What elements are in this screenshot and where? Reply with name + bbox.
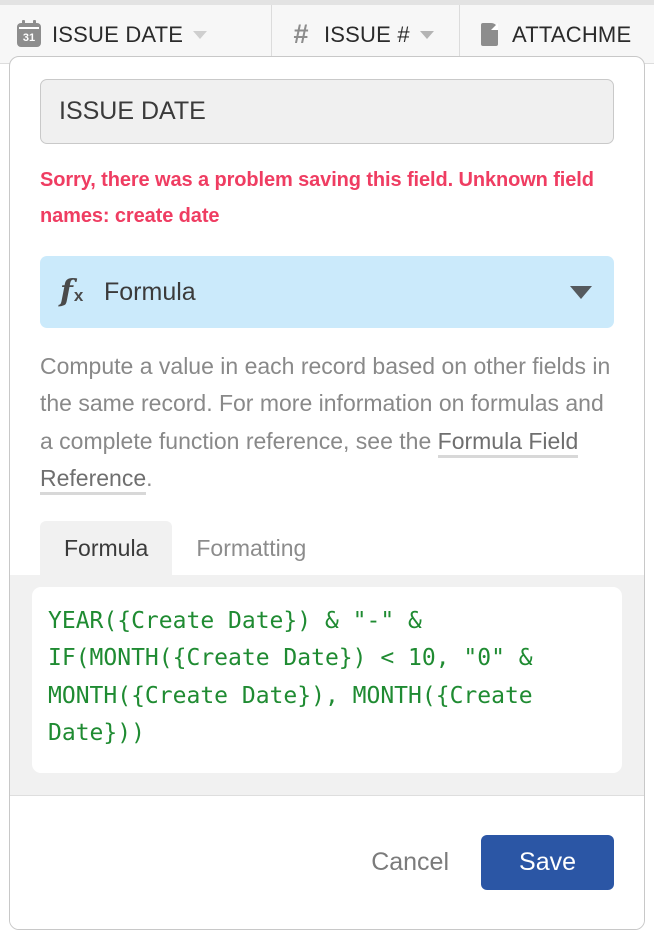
field-editor-dialog: Sorry, there was a problem saving this f… — [9, 56, 645, 930]
save-button[interactable]: Save — [481, 835, 614, 890]
chevron-down-icon[interactable] — [419, 30, 434, 39]
grid-column-issue-number[interactable]: # ISSUE # — [272, 0, 460, 64]
formula-tabs: Formula Formatting — [10, 521, 644, 575]
formula-text[interactable]: YEAR({Create Date}) & "-" & IF(MONTH({Cr… — [48, 603, 606, 752]
grid-column-attachments[interactable]: ATTACHME — [460, 0, 654, 64]
chevron-down-icon[interactable] — [570, 285, 592, 299]
dialog-body: Sorry, there was a problem saving this f… — [10, 57, 644, 497]
attachment-icon — [476, 22, 502, 48]
description-text-after: . — [146, 464, 153, 491]
field-type-value: Formula — [104, 277, 196, 306]
grid-column-headers: 31 ISSUE DATE # ISSUE # ATTACHME — [0, 0, 654, 64]
field-type-select[interactable]: fx Formula — [40, 256, 614, 328]
grid-column-issue-number-label: ISSUE # — [324, 21, 410, 47]
tab-formula[interactable]: Formula — [40, 521, 173, 575]
field-name-input[interactable] — [40, 79, 614, 144]
tab-formatting[interactable]: Formatting — [172, 521, 330, 575]
grid-column-issue-date[interactable]: 31 ISSUE DATE — [0, 0, 272, 64]
grid-column-issue-date-label: ISSUE DATE — [52, 21, 184, 47]
error-message: Sorry, there was a problem saving this f… — [40, 169, 594, 227]
cancel-button[interactable]: Cancel — [365, 838, 455, 887]
grid-column-attachments-label: ATTACHME — [512, 21, 632, 47]
fx-icon: fx — [60, 274, 84, 309]
hash-icon: # — [293, 19, 309, 49]
calendar-icon: 31 — [16, 19, 42, 48]
formula-panel: YEAR({Create Date}) & "-" & IF(MONTH({Cr… — [10, 575, 644, 795]
calendar-icon-day: 31 — [22, 31, 36, 44]
formula-editor[interactable]: YEAR({Create Date}) & "-" & IF(MONTH({Cr… — [32, 587, 622, 773]
field-type-description: Compute a value in each record based on … — [40, 348, 614, 497]
chevron-down-icon[interactable] — [193, 30, 208, 39]
dialog-footer: Cancel Save — [10, 795, 644, 929]
grid-top-rule — [0, 0, 654, 5]
